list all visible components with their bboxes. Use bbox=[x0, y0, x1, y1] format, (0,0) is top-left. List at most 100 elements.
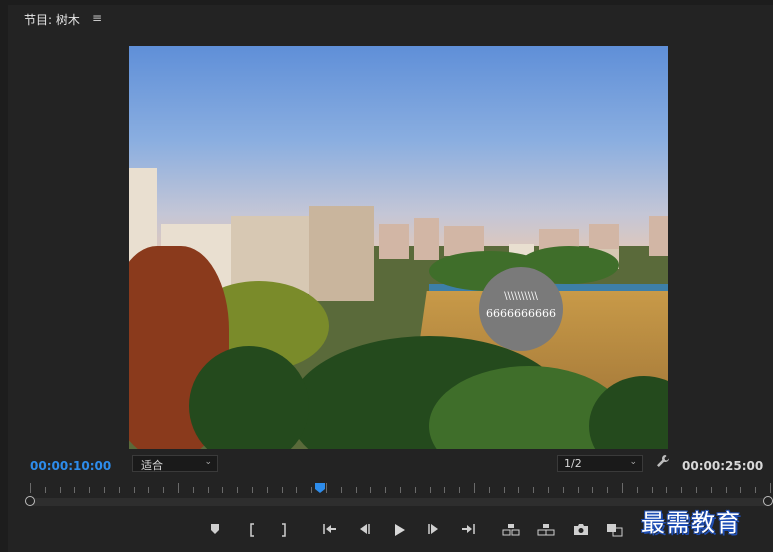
ruler-tick bbox=[311, 487, 313, 493]
marker-icon bbox=[211, 524, 219, 534]
ruler-tick bbox=[725, 487, 727, 493]
go-to-in-button[interactable] bbox=[320, 521, 340, 539]
ruler-tick bbox=[533, 487, 535, 493]
ruler-tick bbox=[192, 487, 194, 493]
ruler-tick bbox=[178, 483, 179, 493]
ruler-tick bbox=[266, 487, 268, 493]
ruler-tick bbox=[459, 487, 461, 493]
ruler-tick bbox=[355, 487, 357, 493]
ruler-tick bbox=[592, 487, 594, 493]
ruler-tick bbox=[622, 483, 623, 493]
ruler-tick bbox=[163, 487, 165, 493]
current-timecode[interactable]: 00:00:10:00 bbox=[30, 459, 111, 473]
program-viewport: \\\\\\\\\\ 6666666666 bbox=[8, 35, 773, 455]
panel-title[interactable]: 节目: 树木 bbox=[24, 11, 80, 28]
hamburger-menu-icon[interactable]: ≡ bbox=[92, 11, 102, 25]
extract-icon bbox=[537, 524, 555, 536]
playback-resolution-value: 1/2 bbox=[564, 457, 582, 470]
program-monitor-panel: 节目: 树木 ≡ \\\\\\\\\\ 6666666666 00:00:10:… bbox=[8, 5, 773, 552]
ruler-tick bbox=[444, 487, 446, 493]
step-back-icon bbox=[360, 524, 370, 534]
ruler-tick bbox=[562, 487, 564, 493]
lift-button[interactable] bbox=[501, 521, 521, 539]
lift-icon bbox=[502, 524, 520, 536]
mark-out-button[interactable] bbox=[274, 521, 294, 539]
ruler-tick bbox=[518, 487, 520, 493]
ruler-tick bbox=[548, 487, 549, 493]
ruler-tick bbox=[370, 487, 372, 493]
export-frame-button[interactable] bbox=[571, 521, 591, 539]
add-marker-button[interactable] bbox=[205, 521, 225, 539]
duration-timecode: 00:00:25:00 bbox=[682, 459, 764, 473]
ruler-tick bbox=[74, 487, 76, 493]
ruler-tick bbox=[133, 487, 135, 493]
ruler-tick bbox=[429, 487, 431, 493]
play-icon bbox=[395, 524, 405, 536]
ruler-tick bbox=[696, 487, 697, 493]
ruler-tick bbox=[414, 487, 416, 493]
ruler-tick bbox=[607, 487, 609, 493]
ruler-tick bbox=[651, 487, 653, 493]
ruler-tick bbox=[636, 487, 638, 493]
ruler-tick bbox=[400, 487, 401, 493]
mark-in-icon bbox=[250, 523, 254, 537]
ruler-tick bbox=[488, 487, 490, 493]
overlay-bottom-text: 6666666666 bbox=[486, 307, 556, 320]
play-button[interactable] bbox=[389, 521, 409, 539]
ruler-tick bbox=[666, 487, 668, 493]
ruler-tick bbox=[503, 487, 505, 493]
extract-button[interactable] bbox=[536, 521, 556, 539]
mark-in-button[interactable] bbox=[242, 521, 262, 539]
overlay-circle-graphic[interactable]: \\\\\\\\\\ 6666666666 bbox=[479, 267, 563, 351]
playback-resolution-select[interactable]: 1/2 ⌄ bbox=[557, 455, 643, 472]
ruler-tick bbox=[59, 487, 61, 493]
ruler-tick bbox=[104, 487, 105, 493]
ruler-tick bbox=[770, 483, 771, 493]
ruler-tick bbox=[681, 487, 683, 493]
camera-icon bbox=[574, 524, 588, 535]
step-forward-button[interactable] bbox=[424, 521, 444, 539]
ruler-tick bbox=[577, 487, 579, 493]
ruler-tick bbox=[326, 483, 327, 493]
go-to-in-icon bbox=[323, 524, 336, 534]
ruler-tick bbox=[44, 487, 46, 493]
sequence-name: 树木 bbox=[55, 13, 80, 27]
ruler-tick bbox=[89, 487, 91, 493]
video-frame[interactable]: \\\\\\\\\\ 6666666666 bbox=[129, 46, 668, 449]
compare-view-button[interactable] bbox=[605, 521, 625, 539]
go-to-out-icon bbox=[462, 524, 475, 534]
ruler-tick bbox=[385, 487, 387, 493]
zoom-handle-right[interactable] bbox=[763, 496, 773, 506]
ruler-tick bbox=[281, 487, 283, 493]
ruler-tick bbox=[755, 487, 757, 493]
watermark-logo: 最需教育 bbox=[641, 509, 741, 537]
zoom-handle-left[interactable] bbox=[25, 496, 35, 506]
ruler-tick bbox=[710, 487, 712, 493]
ruler-tick bbox=[222, 487, 224, 493]
ruler-tick bbox=[474, 483, 475, 493]
far-building bbox=[414, 218, 439, 260]
overlay-top-text: \\\\\\\\\\ bbox=[504, 291, 538, 302]
step-back-button[interactable] bbox=[354, 521, 374, 539]
chevron-down-icon: ⌄ bbox=[204, 457, 212, 467]
ruler-tick bbox=[237, 487, 239, 493]
monitor-controls-row: 00:00:10:00 适合 ⌄ 1/2 ⌄ 00:00:25:00 bbox=[8, 453, 773, 475]
step-forward-icon bbox=[428, 524, 438, 534]
zoom-level-select[interactable]: 适合 ⌄ bbox=[132, 455, 218, 472]
ruler-tick bbox=[118, 487, 120, 493]
wrench-icon[interactable] bbox=[656, 454, 670, 472]
ruler-tick bbox=[340, 487, 342, 493]
building bbox=[309, 206, 374, 301]
far-building bbox=[649, 216, 668, 256]
panel-header: 节目: 树木 ≡ bbox=[8, 5, 773, 35]
ruler-tick bbox=[740, 487, 742, 493]
chevron-down-icon: ⌄ bbox=[629, 457, 637, 467]
time-ruler[interactable] bbox=[24, 481, 773, 495]
panel-title-prefix: 节目: bbox=[24, 13, 53, 27]
go-to-out-button[interactable] bbox=[458, 521, 478, 539]
ruler-tick bbox=[207, 487, 209, 493]
zoom-level-value: 适合 bbox=[141, 459, 163, 472]
mark-out-icon bbox=[282, 523, 286, 537]
ruler-tick bbox=[296, 487, 298, 493]
ruler-tick bbox=[252, 487, 253, 493]
